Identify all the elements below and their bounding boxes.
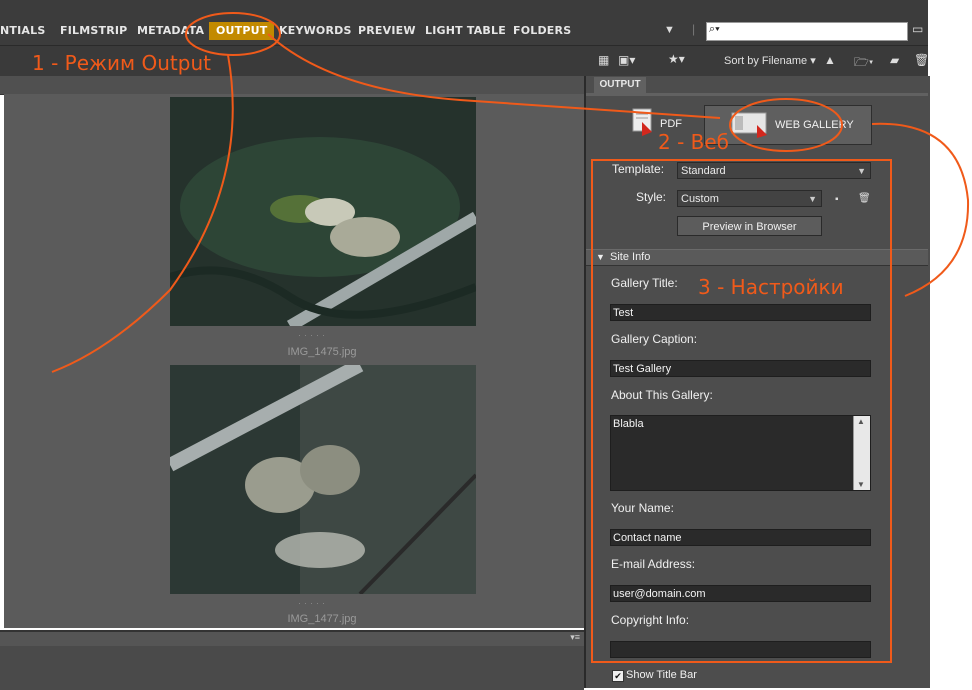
annotation-web: 2 - Веб (658, 130, 730, 154)
annotation-overlay (51, 12, 970, 663)
annotation-output-mode: 1 - Режим Output (32, 51, 211, 75)
annotation-settings: 3 - Настройки (698, 275, 844, 299)
